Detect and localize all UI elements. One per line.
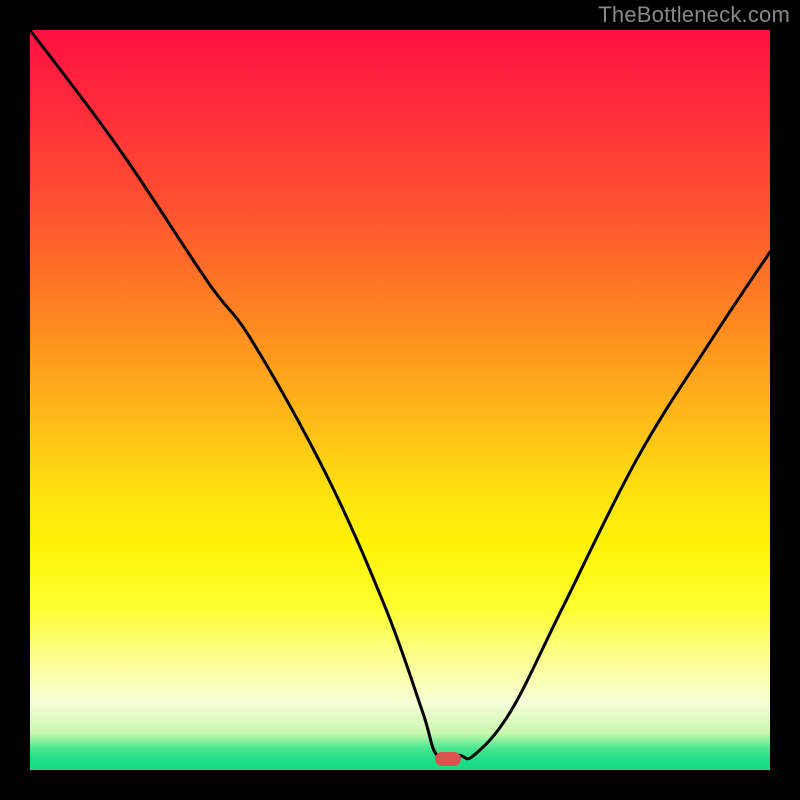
plot-area bbox=[30, 30, 770, 770]
chart-container: TheBottleneck.com bbox=[0, 0, 800, 800]
optimal-point-marker bbox=[435, 752, 461, 766]
bottleneck-curve bbox=[30, 30, 770, 759]
watermark-text: TheBottleneck.com bbox=[598, 2, 790, 28]
curve-layer bbox=[30, 30, 770, 770]
